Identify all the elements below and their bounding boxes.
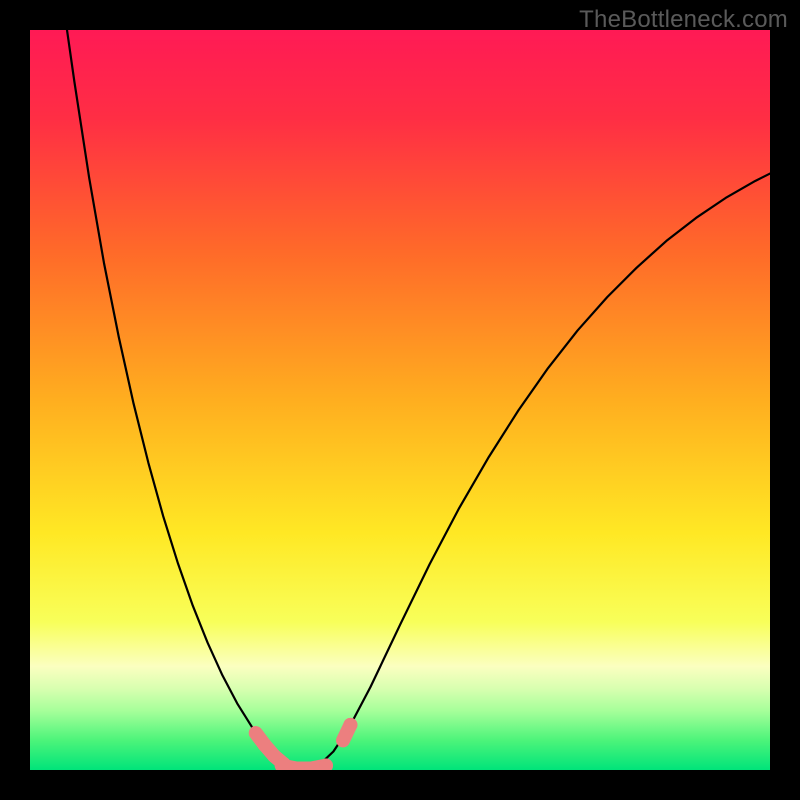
chart-svg bbox=[30, 30, 770, 770]
bottleneck-chart bbox=[30, 30, 770, 770]
marker-pink-markers-right bbox=[343, 718, 357, 732]
watermark-text: TheBottleneck.com bbox=[579, 6, 788, 34]
gradient-background bbox=[30, 30, 770, 770]
